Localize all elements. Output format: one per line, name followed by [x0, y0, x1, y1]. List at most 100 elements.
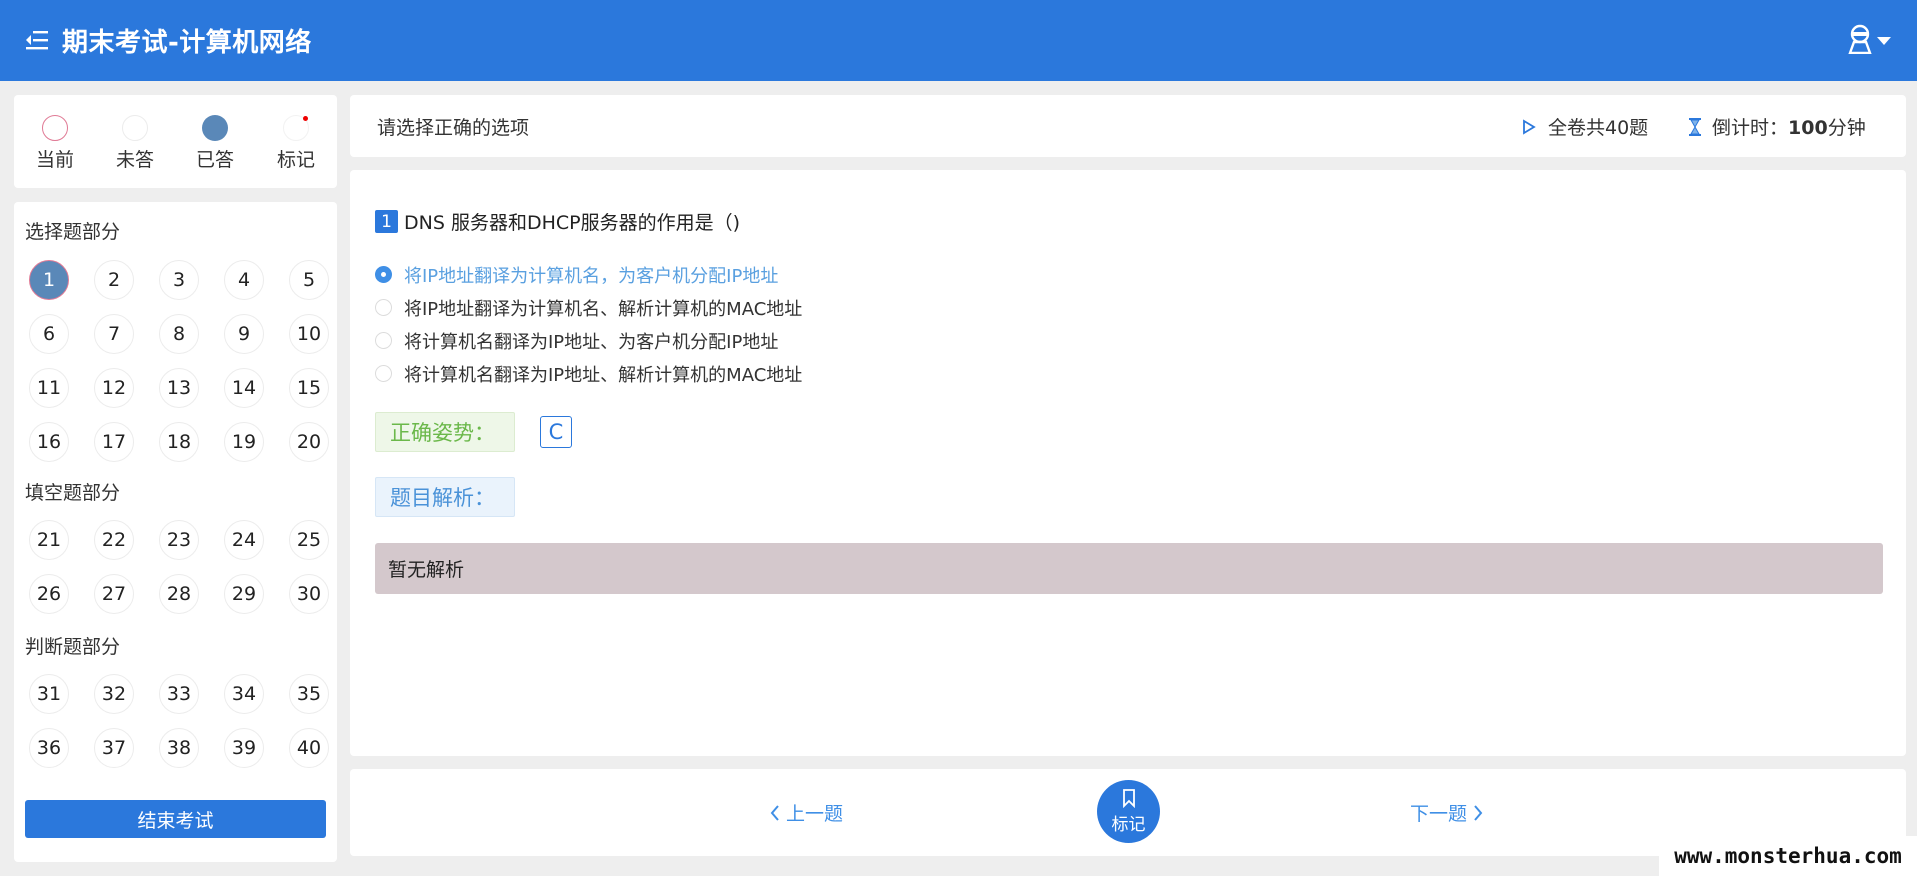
prev-label: 上一题 [786, 803, 844, 825]
question-number-button[interactable]: 7 [94, 314, 134, 354]
question-number-button[interactable]: 8 [159, 314, 199, 354]
question-number-button[interactable]: 28 [159, 574, 199, 614]
legend-label: 未答 [115, 149, 154, 171]
question-grid-choice: 1 2 3 4 5 6 7 8 9 10 11 12 13 14 15 16 17 18 19 20 [22, 260, 332, 462]
section-title-judge: 判断题部分 [25, 636, 121, 658]
legend-label: 标记 [276, 149, 315, 171]
section-title-choice: 选择题部分 [25, 221, 121, 243]
question-number-button[interactable]: 26 [29, 574, 69, 614]
question-number-button[interactable]: 40 [289, 728, 329, 768]
answered-dot-icon [202, 115, 228, 141]
option-text: 将IP地址翻译为计算机名，为客户机分配IP地址 [404, 265, 779, 287]
instruction-text: 请选择正确的选项 [377, 117, 530, 139]
legend-label: 已答 [195, 149, 234, 171]
radio-icon[interactable] [375, 365, 392, 382]
question-number-button[interactable]: 29 [224, 574, 264, 614]
correct-answer-label: 正确姿势： [375, 412, 515, 452]
question-number-button[interactable]: 11 [29, 368, 69, 408]
option-text: 将计算机名翻译为IP地址、解析计算机的MAC地址 [404, 364, 803, 386]
next-question-button[interactable]: 下一题 [1410, 799, 1483, 826]
option-b[interactable]: 将IP地址翻译为计算机名、解析计算机的MAC地址 [375, 291, 802, 324]
question-number-button[interactable]: 23 [159, 520, 199, 560]
next-label: 下一题 [1410, 803, 1468, 825]
countdown-timer: 倒计时：100分钟 [1688, 113, 1866, 140]
timer-label: 倒计时： [1712, 117, 1789, 139]
status-legend: 当前 未答 已答 标记 [14, 95, 337, 188]
question-number-button[interactable]: 5 [289, 260, 329, 300]
question-number-button[interactable]: 21 [29, 520, 69, 560]
analysis-label: 题目解析： [375, 477, 515, 517]
legend-marked: 标记 [266, 115, 326, 172]
question-number-button[interactable]: 1 [29, 260, 69, 300]
option-text: 将计算机名翻译为IP地址、为客户机分配IP地址 [404, 331, 779, 353]
option-c[interactable]: 将计算机名翻译为IP地址、为客户机分配IP地址 [375, 324, 802, 357]
watermark: www.monsterhua.com [1659, 836, 1917, 876]
question-number-button[interactable]: 36 [29, 728, 69, 768]
question-number-button[interactable]: 17 [94, 422, 134, 462]
play-icon [1523, 118, 1536, 135]
question-number-button[interactable]: 16 [29, 422, 69, 462]
legend-unanswered: 未答 [105, 115, 165, 172]
unanswered-dot-icon [122, 115, 148, 141]
app-title: 期末考试-计算机网络 [62, 28, 312, 58]
question-number-button[interactable]: 2 [94, 260, 134, 300]
question-number-button[interactable]: 30 [289, 574, 329, 614]
user-menu[interactable] [1847, 24, 1891, 54]
question-number-button[interactable]: 4 [224, 260, 264, 300]
question-number-button[interactable]: 38 [159, 728, 199, 768]
mark-question-button[interactable]: 标记 [1097, 780, 1160, 843]
top-bar: 期末考试-计算机网络 [0, 0, 1917, 81]
radio-icon[interactable] [375, 266, 392, 283]
total-label: 全卷共40题 [1548, 117, 1649, 139]
chevron-right-icon [1474, 804, 1483, 821]
section-title-fill: 填空题部分 [25, 482, 121, 504]
question-number-badge: 1 [375, 210, 398, 233]
hourglass-icon [1689, 117, 1701, 136]
question-number-button[interactable]: 20 [289, 422, 329, 462]
question-number-button[interactable]: 6 [29, 314, 69, 354]
question-number-button[interactable]: 22 [94, 520, 134, 560]
question-number-button[interactable]: 19 [224, 422, 264, 462]
question-number-button[interactable]: 12 [94, 368, 134, 408]
question-number-button[interactable]: 9 [224, 314, 264, 354]
option-text: 将IP地址翻译为计算机名、解析计算机的MAC地址 [404, 298, 803, 320]
finish-exam-button[interactable]: 结束考试 [25, 800, 326, 838]
question-number-button[interactable]: 27 [94, 574, 134, 614]
legend-current: 当前 [25, 115, 85, 172]
option-a[interactable]: 将IP地址翻译为计算机名，为客户机分配IP地址 [375, 258, 802, 291]
question-number-button[interactable]: 15 [289, 368, 329, 408]
total-questions: 全卷共40题 [1522, 113, 1648, 140]
question-number-button[interactable]: 33 [159, 674, 199, 714]
question-grid-fill: 21 22 23 24 25 26 27 28 29 30 [22, 520, 332, 614]
timer-unit: 分钟 [1827, 117, 1866, 139]
question-number-button[interactable]: 37 [94, 728, 134, 768]
options-list: 将IP地址翻译为计算机名，为客户机分配IP地址 将IP地址翻译为计算机名、解析计… [375, 258, 802, 390]
question-number-button[interactable]: 32 [94, 674, 134, 714]
question-number-button[interactable]: 24 [224, 520, 264, 560]
radio-icon[interactable] [375, 332, 392, 349]
question-navigator: 选择题部分 1 2 3 4 5 6 7 8 9 10 11 12 13 14 15 16 17 18 19 20 填空… [14, 202, 337, 862]
question-number-button[interactable]: 39 [224, 728, 264, 768]
chevron-left-icon [770, 804, 779, 821]
prev-question-button[interactable]: 上一题 [770, 799, 843, 826]
question-number-button[interactable]: 25 [289, 520, 329, 560]
current-dot-icon [42, 115, 68, 141]
chevron-down-icon [1877, 37, 1891, 45]
question-number-button[interactable]: 34 [224, 674, 264, 714]
question-number-button[interactable]: 31 [29, 674, 69, 714]
timer-text: 倒计时：100分钟 [1712, 113, 1866, 140]
question-panel: 1 DNS 服务器和DHCP服务器的作用是（) 将IP地址翻译为计算机名，为客户… [350, 170, 1906, 756]
question-number-button[interactable]: 13 [159, 368, 199, 408]
option-d[interactable]: 将计算机名翻译为IP地址、解析计算机的MAC地址 [375, 357, 802, 390]
question-number-button[interactable]: 35 [289, 674, 329, 714]
info-bar: 请选择正确的选项 全卷共40题 倒计时：100分钟 [350, 95, 1906, 157]
legend-label: 当前 [35, 149, 74, 171]
menu-icon[interactable] [25, 29, 49, 51]
legend-answered: 已答 [185, 115, 245, 172]
question-header: 1 DNS 服务器和DHCP服务器的作用是（) [375, 208, 740, 235]
question-number-button[interactable]: 3 [159, 260, 199, 300]
question-number-button[interactable]: 10 [289, 314, 329, 354]
question-number-button[interactable]: 18 [159, 422, 199, 462]
radio-icon[interactable] [375, 299, 392, 316]
question-number-button[interactable]: 14 [224, 368, 264, 408]
